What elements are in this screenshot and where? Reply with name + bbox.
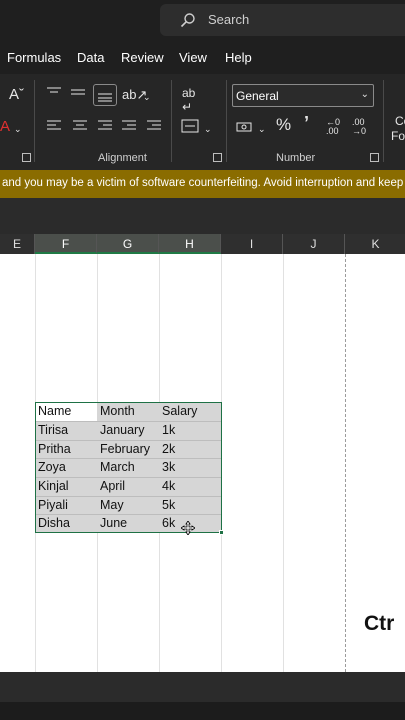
- align-right-icon[interactable]: [97, 119, 113, 133]
- table-cell[interactable]: Zoya: [35, 458, 66, 476]
- table-cell[interactable]: March: [97, 458, 135, 476]
- column-header-h[interactable]: H: [159, 234, 221, 254]
- table-header-cell[interactable]: Salary: [159, 402, 197, 420]
- search-icon: [180, 13, 195, 28]
- page-break-line: [345, 254, 346, 672]
- table-cell[interactable]: 5k: [159, 496, 175, 514]
- chevron-down-icon[interactable]: ⌄: [14, 122, 22, 136]
- table-cell[interactable]: Kinjal: [35, 477, 69, 495]
- title-bar: Search: [0, 0, 405, 40]
- group-separator: [171, 80, 172, 162]
- increase-indent-icon[interactable]: [146, 119, 162, 133]
- font-dialog-launcher-icon[interactable]: [22, 153, 31, 162]
- table-cell[interactable]: 6k: [159, 514, 175, 532]
- accounting-format-icon[interactable]: [236, 120, 254, 134]
- column-header-e[interactable]: E: [0, 234, 35, 254]
- font-size-increase-icon[interactable]: Aˇ: [9, 87, 24, 102]
- chevron-down-icon[interactable]: ⌄: [258, 122, 266, 136]
- overlay-caption: Ctr: [364, 612, 395, 635]
- table-cell[interactable]: January: [97, 421, 144, 439]
- table-header-cell[interactable]: Name: [35, 402, 71, 420]
- conditional-formatting-label[interactable]: Co: [395, 114, 405, 128]
- group-separator: [34, 80, 35, 162]
- warning-message: and you may be a victim of software coun…: [2, 177, 404, 189]
- tab-data[interactable]: Data: [77, 50, 104, 65]
- number-group-label: Number: [276, 152, 316, 164]
- align-center-icon[interactable]: [72, 119, 88, 133]
- align-left-icon[interactable]: [46, 119, 62, 133]
- move-cursor-icon: [181, 521, 195, 535]
- table-header-cell[interactable]: Month: [97, 402, 135, 420]
- fill-handle[interactable]: [219, 530, 224, 535]
- table-cell[interactable]: Tirisa: [35, 421, 68, 439]
- search-box[interactable]: Search: [160, 4, 405, 36]
- menu-bar: Formulas Data Review View Help: [0, 40, 405, 74]
- number-format-value: General: [236, 89, 279, 103]
- alignment-group-label: Alignment: [98, 152, 147, 164]
- tab-formulas[interactable]: Formulas: [7, 50, 61, 65]
- ribbon: Aˇ A ⌄ ab↗ ⌄ Alignment ab ↵ ⌄ General ⌄ ⌄…: [0, 74, 405, 170]
- chevron-down-icon[interactable]: ⌄: [143, 90, 151, 104]
- formula-bar[interactable]: [0, 198, 405, 234]
- number-dialog-launcher-icon[interactable]: [370, 153, 379, 162]
- percent-style-button[interactable]: %: [276, 116, 291, 133]
- table-cell[interactable]: 3k: [159, 458, 175, 476]
- table-cell[interactable]: Piyali: [35, 496, 68, 514]
- license-warning-bar: and you may be a victim of software coun…: [0, 170, 405, 198]
- number-format-dropdown[interactable]: General ⌄: [232, 84, 374, 107]
- chevron-down-icon[interactable]: ⌄: [204, 122, 212, 136]
- merge-center-icon[interactable]: [181, 118, 199, 134]
- table-cell[interactable]: February: [97, 440, 150, 458]
- comma-style-button[interactable]: ’: [304, 114, 309, 132]
- column-header-k[interactable]: K: [345, 234, 405, 254]
- column-header-f[interactable]: F: [35, 234, 97, 254]
- column-headers: E F G H I J K: [0, 234, 405, 254]
- table-cell[interactable]: April: [97, 477, 125, 495]
- align-middle-icon[interactable]: [70, 86, 86, 100]
- table-cell[interactable]: 4k: [159, 477, 175, 495]
- align-bottom-icon: [98, 93, 112, 102]
- search-input[interactable]: Search: [208, 12, 249, 27]
- tab-view[interactable]: View: [179, 50, 207, 65]
- chevron-down-icon: ⌄: [360, 89, 369, 100]
- table-cell[interactable]: Pritha: [35, 440, 71, 458]
- table-cell[interactable]: May: [97, 496, 124, 514]
- table-cell[interactable]: June: [97, 514, 127, 532]
- table-cell[interactable]: 2k: [159, 440, 175, 458]
- column-header-i[interactable]: I: [221, 234, 283, 254]
- tab-review[interactable]: Review: [121, 50, 164, 65]
- group-separator: [226, 80, 227, 162]
- table-cell[interactable]: Disha: [35, 514, 70, 532]
- decrease-decimal-icon[interactable]: .00 →0: [352, 118, 366, 136]
- column-header-g[interactable]: G: [97, 234, 159, 254]
- conditional-formatting-label-2[interactable]: Fo: [391, 129, 405, 143]
- decrease-indent-icon[interactable]: [121, 119, 137, 133]
- status-bar: [0, 702, 405, 720]
- worksheet-grid[interactable]: Name Month Salary Tirisa January 1k Prit…: [0, 254, 405, 672]
- align-top-icon[interactable]: [46, 86, 62, 100]
- group-separator: [383, 80, 384, 162]
- table-cell[interactable]: 1k: [159, 421, 175, 439]
- column-header-j[interactable]: J: [283, 234, 345, 254]
- wrap-text-icon[interactable]: ab ↵: [182, 86, 195, 114]
- tab-help[interactable]: Help: [225, 50, 252, 65]
- alignment-dialog-launcher-icon[interactable]: [213, 153, 222, 162]
- gridline: [283, 254, 284, 672]
- sheet-tabs-bar: [0, 672, 405, 702]
- align-bottom-button[interactable]: [93, 84, 117, 106]
- increase-decimal-icon[interactable]: ←0.00: [326, 118, 340, 136]
- font-color-button[interactable]: A: [0, 119, 10, 134]
